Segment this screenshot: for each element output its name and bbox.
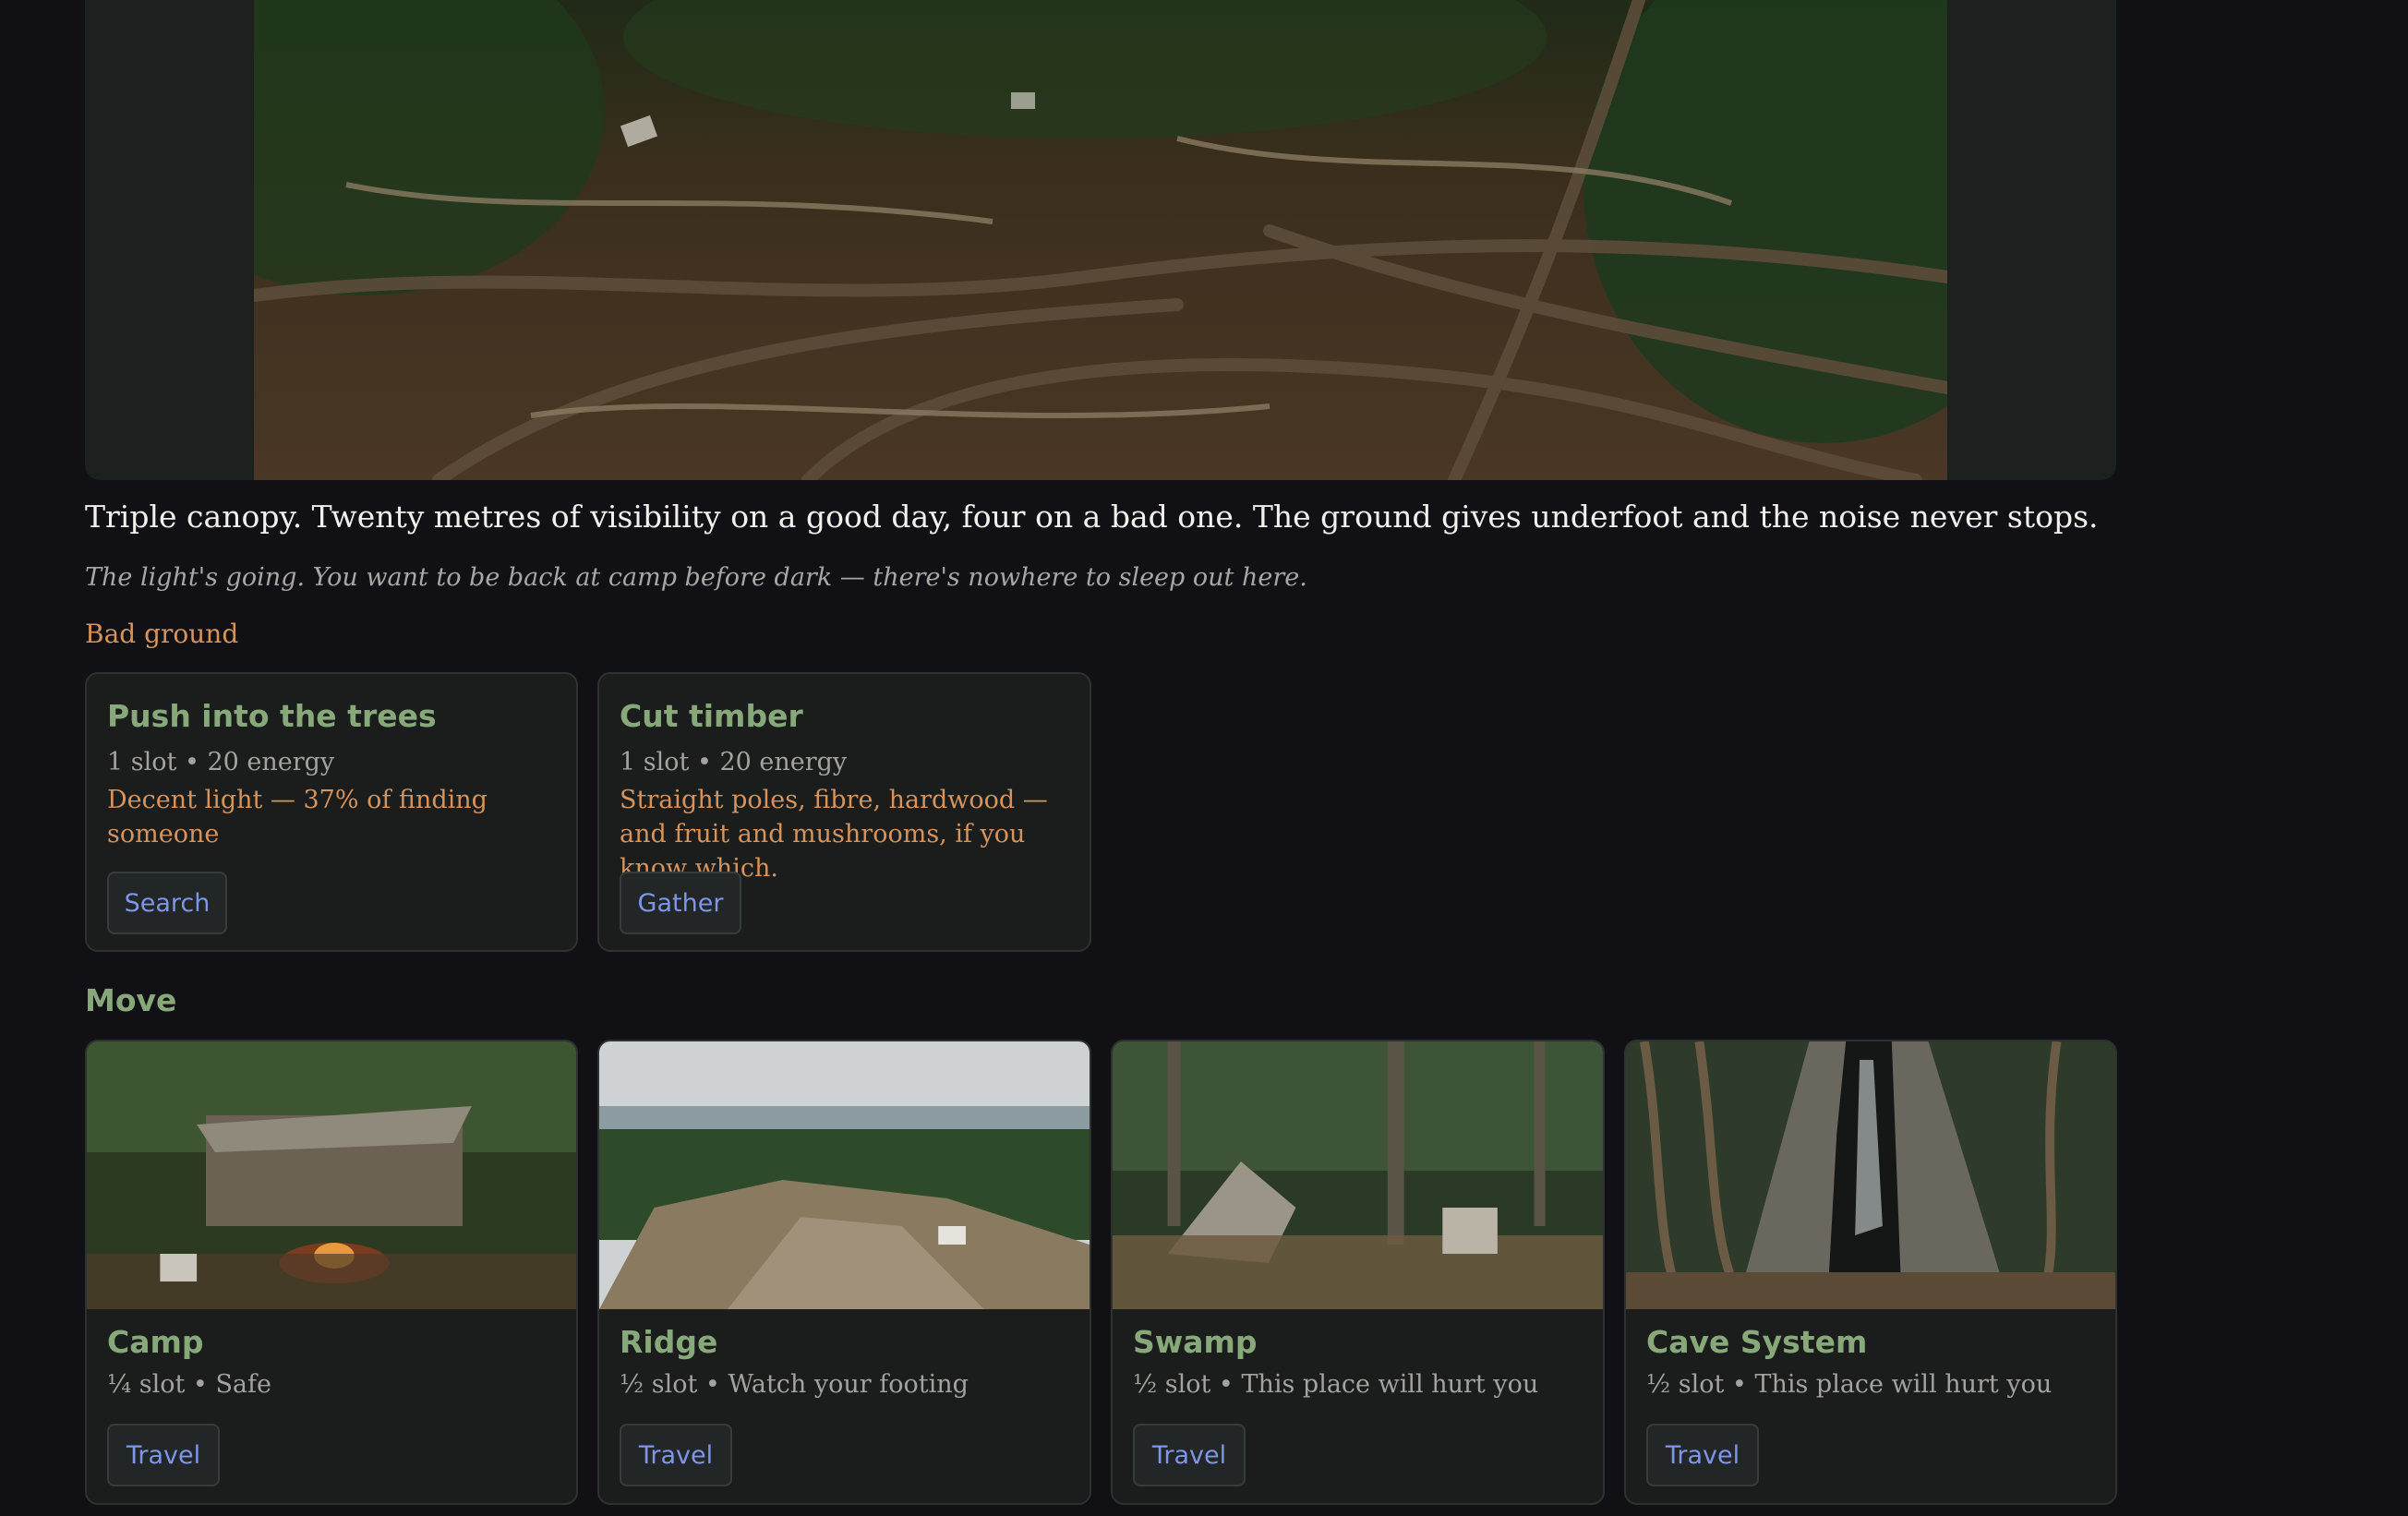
destination-card-camp: Camp ¼ slot • Safe Travel: [85, 1040, 578, 1505]
search-button[interactable]: Search: [107, 872, 227, 934]
location-description: Triple canopy. Twenty metres of visibili…: [85, 499, 2099, 535]
action-note: Decent light — 37% of finding someone: [107, 786, 488, 848]
destination-card-swamp: Swamp ½ slot • This place will hurt you …: [1111, 1040, 1605, 1505]
action-title: Push into the trees: [107, 698, 437, 734]
destination-card-ridge: Ridge ½ slot • Watch your footing Travel: [597, 1040, 1091, 1505]
action-title: Cut timber: [620, 698, 803, 734]
action-card-gather: Cut timber 1 slot • 20 energy Straight p…: [597, 672, 1091, 952]
jungle-floor-image: [254, 0, 1947, 480]
destination-meta: ½ slot • This place will hurt you: [1646, 1370, 2053, 1399]
destination-name: Swamp: [1133, 1324, 1258, 1360]
travel-button-camp[interactable]: Travel: [107, 1424, 220, 1486]
destination-meta: ½ slot • This place will hurt you: [1133, 1370, 1539, 1399]
status-badge: Bad ground: [85, 619, 239, 649]
action-card-search: Push into the trees 1 slot • 20 energy D…: [85, 672, 578, 952]
travel-button-ridge[interactable]: Travel: [620, 1424, 732, 1486]
swamp-image: [1113, 1041, 1603, 1309]
destination-meta: ½ slot • Watch your footing: [620, 1370, 969, 1399]
move-section-title: Move: [85, 982, 177, 1018]
travel-button-swamp[interactable]: Travel: [1133, 1424, 1246, 1486]
ridge-image: [599, 1041, 1090, 1309]
cave-system-image: [1626, 1041, 2115, 1309]
destination-meta: ¼ slot • Safe: [107, 1370, 272, 1399]
location-hero-frame: [85, 0, 2116, 480]
action-cost: 1 slot • 20 energy: [107, 748, 335, 776]
location-flavor-text: The light's going. You want to be back a…: [85, 563, 1307, 592]
travel-button-cave-system[interactable]: Travel: [1646, 1424, 1759, 1486]
destination-name: Cave System: [1646, 1324, 1868, 1360]
action-cost: 1 slot • 20 energy: [620, 748, 848, 776]
action-note: Straight poles, fibre, hardwood — and fr…: [620, 786, 1048, 883]
camp-image: [87, 1041, 576, 1309]
destination-name: Camp: [107, 1324, 204, 1360]
destination-card-cave-system: Cave System ½ slot • This place will hur…: [1624, 1040, 2117, 1505]
gather-button[interactable]: Gather: [620, 872, 741, 934]
destination-name: Ridge: [620, 1324, 718, 1360]
